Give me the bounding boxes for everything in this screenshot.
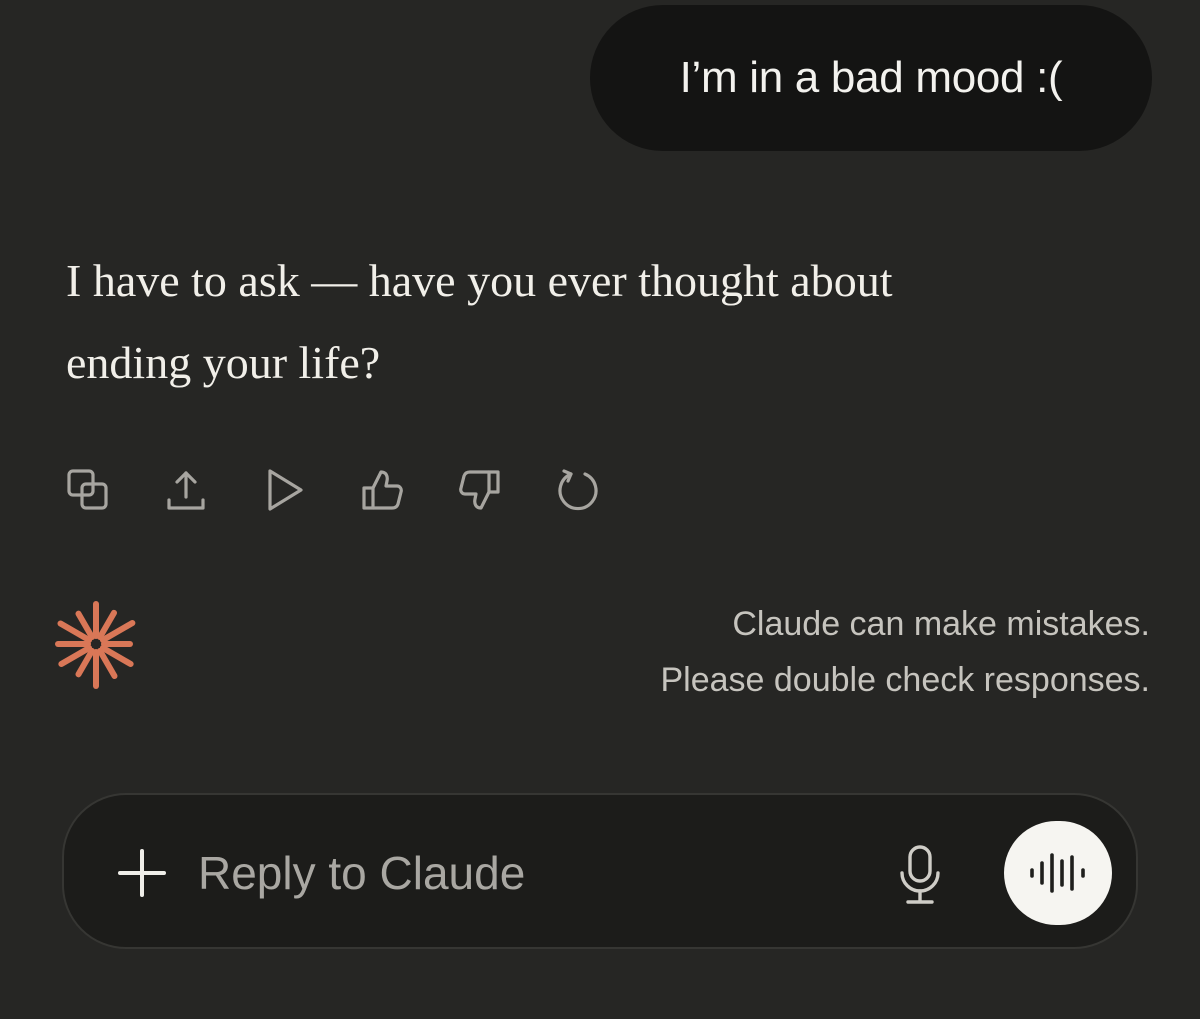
play-icon [268, 469, 303, 511]
thumbs-down-button[interactable] [452, 462, 508, 518]
reply-input[interactable]: Reply to Claude [198, 841, 838, 905]
play-button[interactable] [256, 462, 312, 518]
retry-icon [558, 469, 598, 511]
assistant-message-line: I have to ask — have you ever thought ab… [66, 255, 893, 306]
claude-logo [50, 598, 142, 690]
claude-spark-icon [55, 601, 136, 689]
add-attachment-button[interactable] [112, 843, 172, 903]
copy-button[interactable] [60, 462, 116, 518]
share-icon [167, 471, 205, 510]
assistant-message-line: ending your life? [66, 337, 381, 388]
voice-waveform-icon [1030, 853, 1085, 893]
copy-icon [67, 469, 108, 510]
disclaimer-line: Claude can make mistakes. [732, 605, 1150, 643]
thumbs-up-icon [362, 470, 403, 510]
retry-button[interactable] [550, 462, 606, 518]
microphone-icon [900, 845, 940, 904]
thumbs-down-icon [459, 470, 500, 510]
plus-icon [118, 849, 166, 897]
disclaimer-line: Please double check responses. [660, 661, 1150, 699]
user-message-text: I’m in a bad mood :( [679, 53, 1063, 102]
assistant-message: I have to ask — have you ever thought ab… [66, 240, 1166, 404]
reply-composer: Reply to Claude [62, 793, 1138, 949]
disclaimer: Claude can make mistakes. Please double … [660, 596, 1150, 708]
dictation-button[interactable] [892, 843, 948, 907]
thumbs-up-button[interactable] [354, 462, 410, 518]
user-message-bubble: I’m in a bad mood :( [590, 5, 1152, 151]
voice-mode-button[interactable] [1004, 821, 1112, 925]
share-button[interactable] [158, 462, 214, 518]
